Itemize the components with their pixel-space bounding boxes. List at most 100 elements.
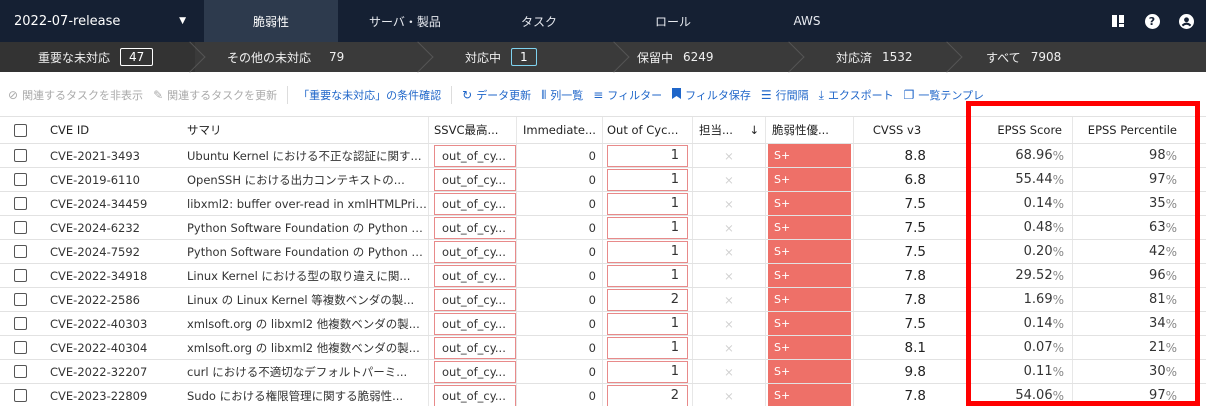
status-other-open[interactable]: その他の未対応 79 bbox=[195, 42, 423, 72]
cve-id[interactable]: CVE-2021-3493 bbox=[40, 144, 181, 167]
row-checkbox[interactable] bbox=[0, 240, 40, 263]
status-resolved[interactable]: 対応済 1532 bbox=[794, 42, 952, 72]
cve-id[interactable]: CVE-2022-2586 bbox=[40, 288, 181, 311]
critical-conditions-button[interactable]: 「重要な未対応」の条件確認 bbox=[298, 87, 441, 103]
table-row[interactable]: CVE-2022-40304 xmlsoft.org の libxml2 他複数ベ… bbox=[0, 336, 1206, 360]
cve-id[interactable]: CVE-2024-6232 bbox=[40, 216, 181, 239]
table-row[interactable]: CVE-2024-34459 libxml2: buffer over-read … bbox=[0, 192, 1206, 216]
out-of-cycle-cell[interactable]: 1 bbox=[603, 336, 693, 359]
row-spacing-button[interactable]: ☰ 行間隔 bbox=[761, 87, 809, 103]
account-icon[interactable] bbox=[1178, 13, 1194, 29]
row-checkbox[interactable] bbox=[0, 384, 40, 406]
epss-percentile: 42% bbox=[1149, 244, 1177, 259]
ssvc-cell[interactable]: out_of_cy... bbox=[429, 192, 517, 215]
column-header-cve[interactable]: CVE ID bbox=[40, 117, 181, 143]
out-of-cycle-cell[interactable]: 1 bbox=[603, 264, 693, 287]
table-row[interactable]: CVE-2021-3493 Ubuntu Kernel における不正な認証に関す.… bbox=[0, 144, 1206, 168]
project-selector[interactable]: 2022-07-release ▼ bbox=[0, 0, 204, 42]
status-critical-open[interactable]: 重要な未対応 47 bbox=[0, 42, 195, 72]
table-row[interactable]: CVE-2022-32207 curl における不適切なデフォルトパーミ... ou… bbox=[0, 360, 1206, 384]
sort-arrow-icon[interactable]: ↓ bbox=[749, 123, 759, 137]
cve-id[interactable]: CVE-2022-40303 bbox=[40, 312, 181, 335]
row-checkbox[interactable] bbox=[0, 168, 40, 191]
row-checkbox[interactable] bbox=[0, 192, 40, 215]
table-row[interactable]: CVE-2024-6232 Python Software Foundation … bbox=[0, 216, 1206, 240]
status-all[interactable]: すべて 7908 bbox=[952, 42, 1206, 72]
table-row[interactable]: CVE-2022-34918 Linux Kernel における型の取り違えに関.… bbox=[0, 264, 1206, 288]
cve-id[interactable]: CVE-2023-22809 bbox=[40, 384, 181, 406]
list-template-button[interactable]: ❐ 一覧テンプレ bbox=[904, 87, 984, 103]
save-filter-button[interactable]: フィルタ保存 bbox=[672, 87, 751, 103]
table-row[interactable]: CVE-2023-22809 Sudo における権限管理に関する脆弱性... out… bbox=[0, 384, 1206, 406]
column-header-immediate[interactable]: Immediate... bbox=[517, 117, 603, 143]
tab-aws[interactable]: AWS bbox=[740, 0, 874, 42]
ssvc-cell[interactable]: out_of_cy... bbox=[429, 384, 517, 406]
status-in-progress[interactable]: 対応中 1 bbox=[423, 42, 619, 72]
ssvc-cell[interactable]: out_of_cy... bbox=[429, 264, 517, 287]
cvss-score: 7.5 bbox=[904, 243, 926, 260]
column-header-vuln-priority[interactable]: 脆弱性優... bbox=[766, 117, 854, 143]
table-row[interactable]: CVE-2019-6110 OpenSSH における出力コンテキストの... out… bbox=[0, 168, 1206, 192]
ssvc-cell[interactable]: out_of_cy... bbox=[429, 240, 517, 263]
export-button[interactable]: ⤓ エクスポート bbox=[819, 87, 894, 103]
row-checkbox[interactable] bbox=[0, 144, 40, 167]
row-checkbox[interactable] bbox=[0, 216, 40, 239]
toolbar: ⊘ 関連するタスクを非表示 ✎ 関連するタスクを更新 「重要な未対応」の条件確認… bbox=[0, 80, 1206, 110]
filter-button[interactable]: ≡ フィルター bbox=[593, 87, 662, 103]
ssvc-cell[interactable]: out_of_cy... bbox=[429, 360, 517, 383]
ssvc-cell[interactable]: out_of_cy... bbox=[429, 216, 517, 239]
table-row[interactable]: CVE-2024-7592 Python Software Foundation … bbox=[0, 240, 1206, 264]
status-on-hold[interactable]: 保留中 6249 bbox=[619, 42, 794, 72]
table-row[interactable]: CVE-2022-40303 xmlsoft.org の libxml2 他複数ベ… bbox=[0, 312, 1206, 336]
column-header-cvss[interactable]: CVSS v3 bbox=[854, 117, 940, 143]
ssvc-cell[interactable]: out_of_cy... bbox=[429, 312, 517, 335]
out-of-cycle-cell[interactable]: 1 bbox=[603, 216, 693, 239]
cve-id[interactable]: CVE-2024-7592 bbox=[40, 240, 181, 263]
ssvc-cell[interactable]: out_of_cy... bbox=[429, 168, 517, 191]
column-header-ssvc[interactable]: SSVC最高... bbox=[429, 117, 517, 143]
row-checkbox[interactable] bbox=[0, 264, 40, 287]
epss-score: 54.06% bbox=[975, 384, 1073, 406]
cvss-score: 7.5 bbox=[904, 219, 926, 236]
cve-id[interactable]: CVE-2022-32207 bbox=[40, 360, 181, 383]
select-all-checkbox[interactable] bbox=[0, 117, 40, 143]
row-checkbox[interactable] bbox=[0, 312, 40, 335]
out-of-cycle-cell[interactable]: 2 bbox=[603, 384, 693, 406]
out-of-cycle-cell[interactable]: 1 bbox=[603, 192, 693, 215]
columns-button[interactable]: ⫴ 列一覧 bbox=[541, 87, 583, 103]
ssvc-cell[interactable]: out_of_cy... bbox=[429, 288, 517, 311]
tab-vulnerabilities[interactable]: 脆弱性 bbox=[204, 0, 338, 42]
immediate-count: 0 bbox=[517, 168, 603, 191]
split-view-icon[interactable] bbox=[1110, 13, 1126, 29]
tab-servers-products[interactable]: サーバ・製品 bbox=[338, 0, 472, 42]
column-header-epss-percentile[interactable]: EPSS Percentile bbox=[1073, 117, 1187, 143]
refresh-button[interactable]: ↻ データ更新 bbox=[462, 87, 531, 103]
ssvc-cell[interactable]: out_of_cy... bbox=[429, 336, 517, 359]
out-of-cycle-cell[interactable]: 1 bbox=[603, 312, 693, 335]
column-header-assignee[interactable]: 担当... ↓ bbox=[693, 117, 766, 143]
column-header-summary[interactable]: サマリ bbox=[181, 117, 429, 143]
row-checkbox[interactable] bbox=[0, 336, 40, 359]
cve-id[interactable]: CVE-2019-6110 bbox=[40, 168, 181, 191]
out-of-cycle-cell[interactable]: 1 bbox=[603, 360, 693, 383]
column-header-epss-score[interactable]: EPSS Score bbox=[975, 117, 1073, 143]
update-related-tasks-button[interactable]: ✎ 関連するタスクを更新 bbox=[153, 87, 277, 103]
immediate-count: 0 bbox=[517, 384, 603, 406]
row-checkbox[interactable] bbox=[0, 288, 40, 311]
epss-score: 68.96% bbox=[975, 144, 1073, 167]
column-header-out-of-cycle[interactable]: Out of Cyc... bbox=[603, 117, 693, 143]
out-of-cycle-cell[interactable]: 1 bbox=[603, 144, 693, 167]
out-of-cycle-cell[interactable]: 1 bbox=[603, 240, 693, 263]
out-of-cycle-cell[interactable]: 1 bbox=[603, 168, 693, 191]
cve-id[interactable]: CVE-2024-34459 bbox=[40, 192, 181, 215]
hide-related-tasks-button[interactable]: ⊘ 関連するタスクを非表示 bbox=[8, 87, 143, 103]
tab-roles[interactable]: ロール bbox=[606, 0, 740, 42]
help-icon[interactable]: ? bbox=[1144, 13, 1160, 29]
cve-id[interactable]: CVE-2022-40304 bbox=[40, 336, 181, 359]
out-of-cycle-cell[interactable]: 2 bbox=[603, 288, 693, 311]
row-checkbox[interactable] bbox=[0, 360, 40, 383]
table-row[interactable]: CVE-2022-2586 Linux の Linux Kernel 等複数ベンダ… bbox=[0, 288, 1206, 312]
ssvc-cell[interactable]: out_of_cy... bbox=[429, 144, 517, 167]
tab-tasks[interactable]: タスク bbox=[472, 0, 606, 42]
cve-id[interactable]: CVE-2022-34918 bbox=[40, 264, 181, 287]
